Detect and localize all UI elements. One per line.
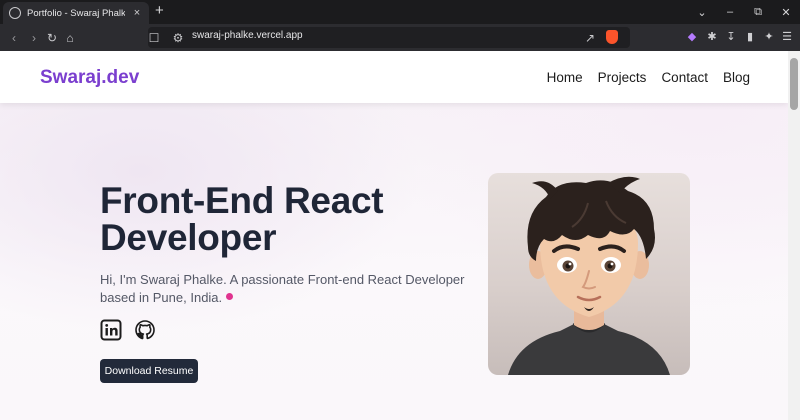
- profile-avatar-image: [488, 173, 690, 375]
- download-resume-button[interactable]: Download Resume: [100, 359, 198, 383]
- hero-subtitle: Hi, I'm Swaraj Phalke. A passionate Fron…: [100, 271, 470, 307]
- social-links: [100, 319, 156, 341]
- site-info-icon[interactable]: ⚙: [170, 30, 186, 46]
- nav-link-blog[interactable]: Blog: [723, 70, 750, 85]
- site-logo[interactable]: Swaraj.dev: [40, 67, 139, 89]
- browser-toolbar: ‹ › ↻ ⌂ ☐ ⚙ ↗: [0, 24, 800, 51]
- pin-icon: [226, 293, 234, 300]
- browser-tab[interactable]: Portfolio - Swaraj Phalke ×: [3, 2, 149, 24]
- forward-icon[interactable]: ›: [26, 30, 42, 46]
- tab-close-icon[interactable]: ×: [131, 7, 143, 19]
- nav-link-home[interactable]: Home: [547, 70, 583, 85]
- window-controls: ⌄ – ⧉ ✕: [688, 0, 800, 24]
- site-navbar: Swaraj.dev Home Projects Contact Blog: [0, 51, 788, 103]
- nav-link-projects[interactable]: Projects: [598, 70, 647, 85]
- brave-shields-icon[interactable]: [606, 30, 618, 44]
- home-icon[interactable]: ⌂: [62, 30, 78, 46]
- back-icon[interactable]: ‹: [6, 30, 22, 46]
- new-tab-button[interactable]: +: [155, 3, 164, 19]
- url-text[interactable]: swaraj-phalke.vercel.app: [192, 30, 303, 41]
- menu-icon[interactable]: ☰: [781, 31, 793, 43]
- tab-search-icon[interactable]: ⌄: [688, 6, 716, 19]
- page-content: Swaraj.dev Home Projects Contact Blog Fr…: [0, 51, 788, 420]
- linkedin-icon[interactable]: [100, 319, 122, 341]
- reload-icon[interactable]: ↻: [44, 30, 60, 46]
- tab-title: Portfolio - Swaraj Phalke: [27, 7, 125, 19]
- leo-ai-icon[interactable]: ✦: [763, 31, 775, 43]
- globe-icon: [9, 7, 21, 19]
- nav-link-contact[interactable]: Contact: [661, 70, 708, 85]
- close-window-button[interactable]: ✕: [772, 6, 800, 19]
- bookmark-icon[interactable]: ☐: [146, 30, 162, 46]
- restore-button[interactable]: ⧉: [744, 6, 772, 19]
- minimize-button[interactable]: –: [716, 6, 744, 18]
- sidebar-icon[interactable]: ▮: [744, 31, 756, 43]
- nav-links: Home Projects Contact Blog: [547, 70, 750, 85]
- scrollbar-thumb[interactable]: [790, 58, 798, 110]
- leo-icon[interactable]: ◆: [686, 31, 698, 43]
- tab-bar: Portfolio - Swaraj Phalke × + ⌄ – ⧉ ✕: [0, 0, 800, 24]
- extensions-icon[interactable]: ✱: [706, 31, 718, 43]
- downloads-icon[interactable]: ↧: [725, 31, 737, 43]
- hero-subtitle-text: Hi, I'm Swaraj Phalke. A passionate Fron…: [100, 272, 465, 305]
- share-icon[interactable]: ↗: [582, 30, 598, 46]
- github-icon[interactable]: [134, 319, 156, 341]
- hero-title: Front-End React Developer: [100, 180, 384, 258]
